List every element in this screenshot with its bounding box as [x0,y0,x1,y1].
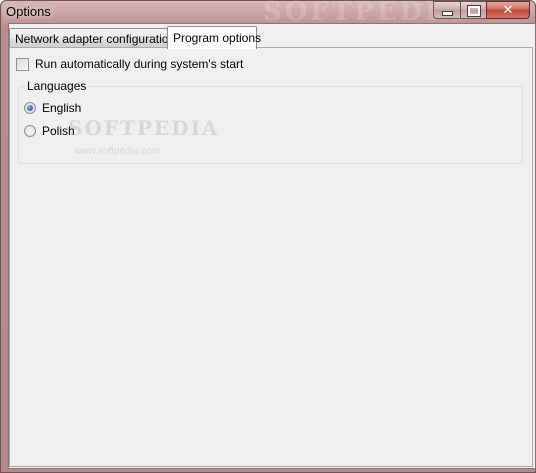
client-area: Network adapter configurations Program o… [8,23,536,469]
maximize-icon [466,4,481,17]
english-label[interactable]: English [42,101,81,115]
options-window: Options SOFTPEDIA ✕ Network adapter conf… [0,0,536,473]
polish-radio[interactable] [24,125,36,137]
tab-strip: Network adapter configurations Program o… [9,26,535,49]
autostart-checkbox[interactable] [16,57,29,71]
polish-label[interactable]: Polish [42,124,75,138]
caption-buttons: ✕ [433,1,530,20]
maximize-button[interactable] [460,1,486,19]
autostart-checkbox-row[interactable]: Run automatically during system's start [16,57,243,71]
title-bar[interactable]: Options SOFTPEDIA ✕ [1,0,535,27]
english-radio[interactable] [24,102,36,114]
program-options-panel: Run automatically during system's start … [9,47,533,467]
tab-program-options[interactable]: Program options [167,26,261,49]
tab-network-adapter-configurations[interactable]: Network adapter configurations [9,28,181,48]
language-option-polish[interactable]: Polish [24,124,75,138]
languages-legend: Languages [25,79,89,93]
languages-groupbox: Languages English Polish [18,79,523,164]
minimize-button[interactable] [433,1,460,19]
minimize-icon [441,10,453,16]
tab-label: Network adapter configurations [15,32,182,46]
close-icon: ✕ [502,2,514,17]
language-option-english[interactable]: English [24,101,81,115]
tab-label: Program options [173,31,262,45]
autostart-label[interactable]: Run automatically during system's start [35,57,243,71]
window-title: Options [6,4,51,19]
close-button[interactable]: ✕ [486,1,530,19]
